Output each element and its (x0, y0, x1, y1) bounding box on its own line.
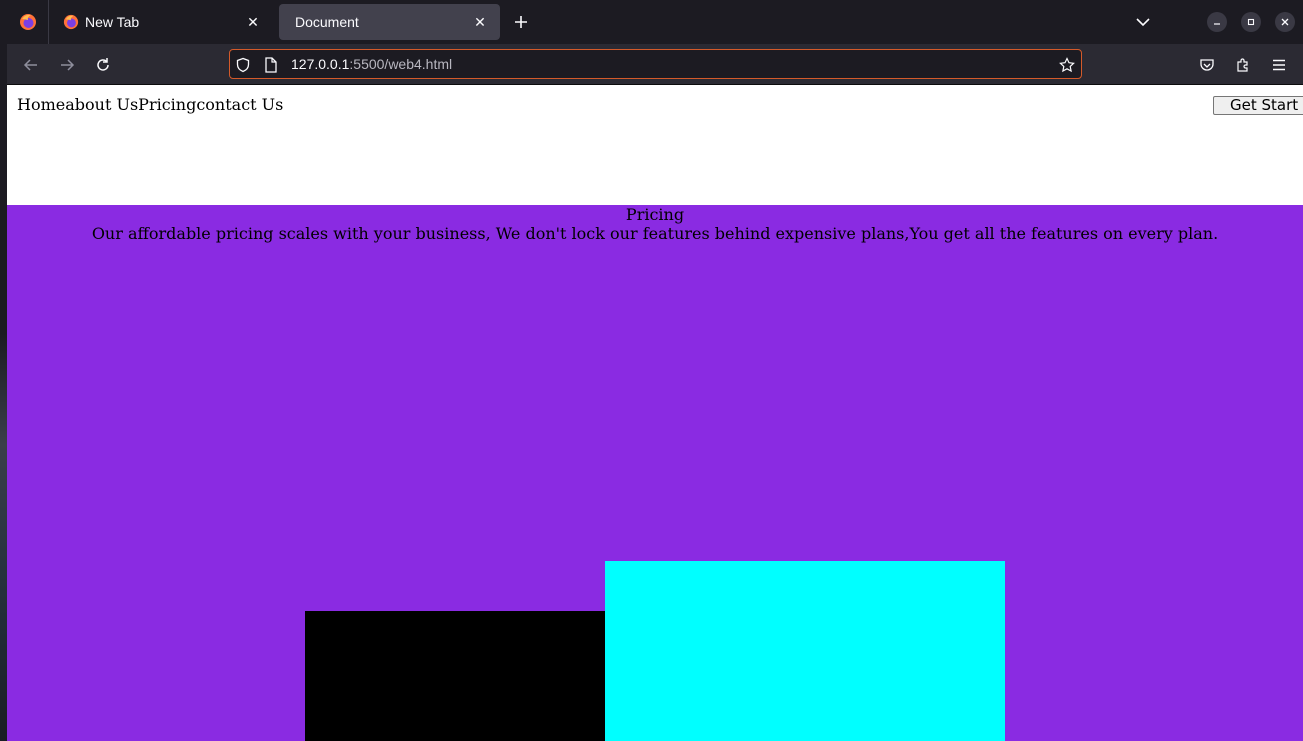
page-icon[interactable] (262, 56, 280, 74)
tab-new-tab[interactable]: New Tab ✕ (53, 4, 273, 40)
minimize-icon (1214, 23, 1220, 25)
star-icon[interactable] (1058, 56, 1076, 74)
tab-title: New Tab (85, 14, 140, 30)
forward-button[interactable] (54, 52, 80, 78)
navigation-toolbar: 127.0.0.1:5500/web4.html (7, 44, 1303, 85)
puzzle-icon (1237, 58, 1248, 72)
pocket-icon (1200, 59, 1214, 71)
pricing-title: Pricing (625, 205, 685, 224)
nav-link-home[interactable]: Home (17, 95, 65, 114)
desktop-background (0, 0, 7, 741)
get-start-button[interactable]: Get Start (1213, 96, 1303, 115)
close-icon (1281, 18, 1289, 26)
firefox-icon (63, 14, 79, 30)
tab-strip: New Tab ✕ Document ✕ (7, 0, 1303, 44)
tab-document[interactable]: Document ✕ (279, 4, 500, 40)
pricing-description: Our affordable pricing scales with your … (91, 224, 1219, 243)
url-host: 127.0.0.1 (291, 56, 350, 72)
close-icon[interactable]: ✕ (243, 12, 263, 32)
back-button[interactable] (18, 52, 44, 78)
new-tab-button[interactable] (509, 10, 533, 34)
reload-icon (97, 58, 109, 71)
tab-title: Document (295, 14, 359, 30)
forward-arrow-icon (61, 59, 75, 71)
nav-link-pricing[interactable]: Pricing (138, 95, 196, 114)
close-window-button[interactable] (1275, 12, 1295, 32)
maximize-button[interactable] (1241, 12, 1261, 32)
shield-icon[interactable] (234, 56, 252, 74)
browser-window: New Tab ✕ Document ✕ 127.0.0.1:5500/web4… (7, 0, 1303, 741)
pricing-card-black (305, 611, 605, 741)
extensions-button[interactable] (1230, 52, 1256, 78)
app-menu-button[interactable] (1266, 52, 1292, 78)
plus-icon (515, 16, 527, 28)
pocket-button[interactable] (1194, 52, 1220, 78)
nav-link-contact[interactable]: contact Us (196, 95, 283, 114)
pricing-section: Pricing Our affordable pricing scales wi… (7, 205, 1303, 741)
firefox-icon[interactable] (7, 0, 49, 44)
chevron-down-icon (1136, 18, 1150, 27)
restore-icon (1247, 18, 1255, 26)
nav-link-about[interactable]: about Us (65, 95, 138, 114)
reload-button[interactable] (90, 52, 116, 78)
url-bar[interactable]: 127.0.0.1:5500/web4.html (229, 49, 1082, 79)
pricing-card-cyan (605, 561, 1005, 741)
url-path: :5500/web4.html (349, 56, 453, 72)
tab-list-button[interactable] (1131, 10, 1155, 34)
hamburger-icon (1273, 59, 1285, 71)
web-page: Homeabout UsPricingcontact Us Get Start … (7, 85, 1303, 741)
url-text[interactable]: 127.0.0.1:5500/web4.html (291, 56, 452, 72)
minimize-button[interactable] (1207, 12, 1227, 32)
site-nav: Homeabout UsPricingcontact Us (17, 95, 283, 114)
close-icon[interactable]: ✕ (470, 12, 490, 32)
back-arrow-icon (23, 59, 37, 71)
